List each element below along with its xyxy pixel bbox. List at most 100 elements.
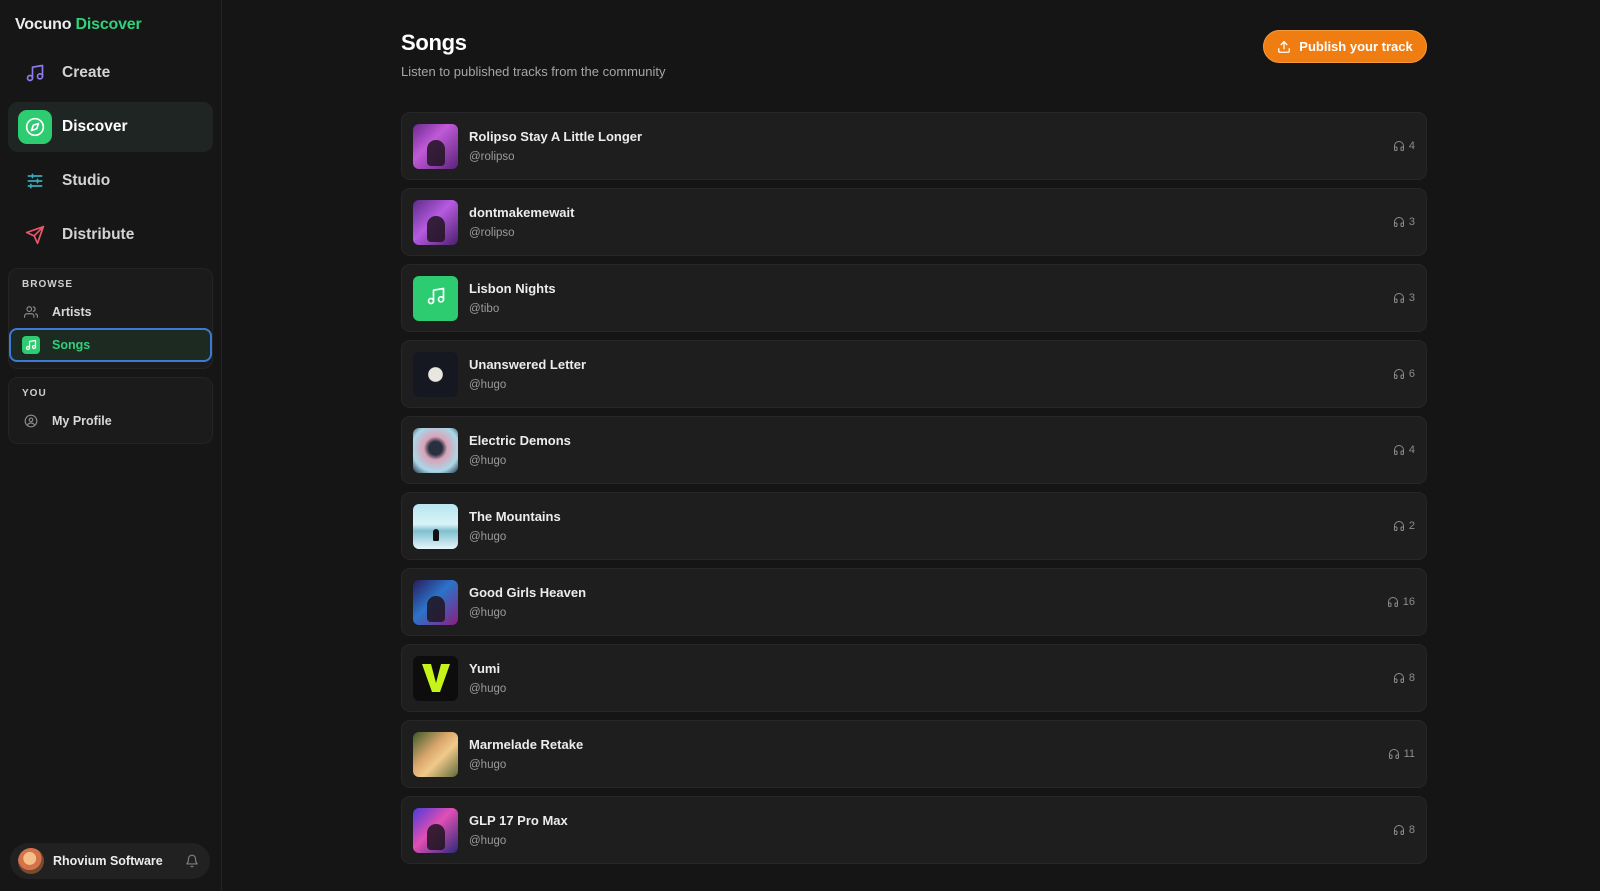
- main-nav: Create Discover Studio Distribute: [8, 48, 213, 260]
- sidebar-item-label: Artists: [52, 305, 92, 319]
- play-count-value: 3: [1408, 216, 1415, 228]
- headphones-icon: [1388, 748, 1400, 760]
- users-icon: [22, 303, 40, 321]
- play-count-value: 3: [1408, 292, 1415, 304]
- play-count: 4: [1393, 140, 1415, 152]
- headphones-icon: [1393, 672, 1405, 684]
- song-artist[interactable]: @hugo: [469, 455, 1393, 467]
- sidebar-item-label: Songs: [52, 338, 91, 352]
- play-count-value: 4: [1408, 444, 1415, 456]
- headphones-icon: [1393, 824, 1405, 836]
- page-subtitle: Listen to published tracks from the comm…: [401, 64, 666, 79]
- sidebar-item-songs[interactable]: Songs: [9, 328, 212, 362]
- song-title: Rolipso Stay A Little Longer: [469, 129, 643, 144]
- song-cover-image: [413, 503, 458, 549]
- song-artist[interactable]: @hugo: [469, 759, 1388, 771]
- brand-accent: Discover: [75, 16, 142, 33]
- song-cover-image: [413, 579, 458, 625]
- page-header: Songs Listen to published tracks from th…: [401, 30, 665, 79]
- song-artist[interactable]: @hugo: [469, 683, 1393, 695]
- music-note-icon: [22, 336, 40, 354]
- play-count-value: 11: [1403, 748, 1415, 760]
- bell-icon[interactable]: [182, 851, 202, 871]
- song-title: The Mountains: [469, 509, 561, 524]
- play-count: 11: [1388, 748, 1415, 760]
- song-artist[interactable]: @rolipso: [469, 227, 1393, 239]
- play-count: 3: [1393, 292, 1415, 304]
- headphones-icon: [1393, 292, 1405, 304]
- song-cover-image: [413, 807, 458, 853]
- song-row[interactable]: Lisbon Nights @tibo 3: [401, 264, 1427, 332]
- song-row[interactable]: Electric Demons @hugo 4: [401, 416, 1427, 484]
- song-title: dontmakemewait: [469, 205, 575, 220]
- headphones-icon: [1393, 368, 1405, 380]
- song-title: Good Girls Heaven: [469, 585, 587, 600]
- v-logo-icon: [421, 664, 450, 692]
- song-cover-image: [413, 427, 458, 473]
- you-section-title: YOU: [22, 388, 47, 399]
- play-count: 6: [1393, 368, 1415, 380]
- play-count-value: 2: [1408, 520, 1415, 532]
- song-artist[interactable]: @tibo: [469, 303, 1393, 315]
- app-root: Vocuno Discover Create Discover Studio D…: [0, 0, 1600, 891]
- you-section: YOU My Profile: [8, 377, 213, 444]
- song-title: Marmelade Retake: [469, 737, 584, 752]
- song-row[interactable]: Unanswered Letter @hugo 6: [401, 340, 1427, 408]
- browse-section: BROWSE Artists Songs: [8, 268, 213, 369]
- nav-item-distribute[interactable]: Distribute: [8, 210, 213, 260]
- avatar[interactable]: [18, 848, 44, 874]
- play-count: 4: [1393, 444, 1415, 456]
- headphones-icon: [1387, 596, 1399, 608]
- song-title: GLP 17 Pro Max: [469, 813, 568, 828]
- nav-item-label: Distribute: [62, 226, 135, 243]
- headphones-icon: [1393, 444, 1405, 456]
- page-title: Songs: [401, 30, 467, 55]
- song-row[interactable]: Rolipso Stay A Little Longer @rolipso 4: [401, 112, 1427, 180]
- publish-track-label: Publish your track: [1299, 39, 1413, 54]
- music-note-icon: [18, 56, 52, 90]
- nav-item-create[interactable]: Create: [8, 48, 213, 98]
- headphones-icon: [1393, 140, 1405, 152]
- song-artist[interactable]: @rolipso: [469, 151, 1393, 163]
- user-circle-icon: [22, 412, 40, 430]
- user-menu[interactable]: Rhovium Software: [10, 843, 210, 879]
- sidebar-item-my-profile[interactable]: My Profile: [9, 405, 212, 437]
- song-list: Rolipso Stay A Little Longer @rolipso 4 …: [401, 112, 1427, 872]
- main-content: Songs Listen to published tracks from th…: [222, 0, 1600, 891]
- song-row[interactable]: GLP 17 Pro Max @hugo 8: [401, 796, 1427, 864]
- play-count-value: 8: [1408, 824, 1415, 836]
- headphones-icon: [1393, 216, 1405, 228]
- song-artist[interactable]: @hugo: [469, 607, 1387, 619]
- song-row[interactable]: Good Girls Heaven @hugo 16: [401, 568, 1427, 636]
- song-row[interactable]: Marmelade Retake @hugo 11: [401, 720, 1427, 788]
- play-count-value: 8: [1408, 672, 1415, 684]
- nav-item-label: Studio: [62, 172, 111, 189]
- song-title: Electric Demons: [469, 433, 571, 448]
- song-title: Lisbon Nights: [469, 281, 556, 296]
- nav-item-studio[interactable]: Studio: [8, 156, 213, 206]
- sidebar-item-label: My Profile: [52, 414, 112, 428]
- publish-track-button[interactable]: Publish your track: [1263, 30, 1427, 63]
- song-row[interactable]: Yumi @hugo 8: [401, 644, 1427, 712]
- upload-icon: [1277, 40, 1291, 54]
- song-cover-image: [413, 731, 458, 777]
- song-row[interactable]: dontmakemewait @rolipso 3: [401, 188, 1427, 256]
- nav-item-label: Discover: [62, 118, 128, 135]
- song-cover-image: [413, 655, 458, 701]
- nav-item-discover[interactable]: Discover: [8, 102, 213, 152]
- song-cover-image: [413, 199, 458, 245]
- sidebar-item-artists[interactable]: Artists: [9, 296, 212, 328]
- song-artist[interactable]: @hugo: [469, 835, 1393, 847]
- headphones-icon: [1393, 520, 1405, 532]
- song-cover-image: [413, 275, 458, 321]
- brand-logo[interactable]: Vocuno Discover: [8, 14, 213, 36]
- song-artist[interactable]: @hugo: [469, 379, 1393, 391]
- nav-item-label: Create: [62, 64, 111, 81]
- send-icon: [18, 218, 52, 252]
- music-note-icon: [426, 286, 446, 311]
- song-cover-image: [413, 351, 458, 397]
- song-row[interactable]: The Mountains @hugo 2: [401, 492, 1427, 560]
- song-artist[interactable]: @hugo: [469, 531, 1393, 543]
- sliders-icon: [18, 164, 52, 198]
- user-name: Rhovium Software: [53, 854, 163, 868]
